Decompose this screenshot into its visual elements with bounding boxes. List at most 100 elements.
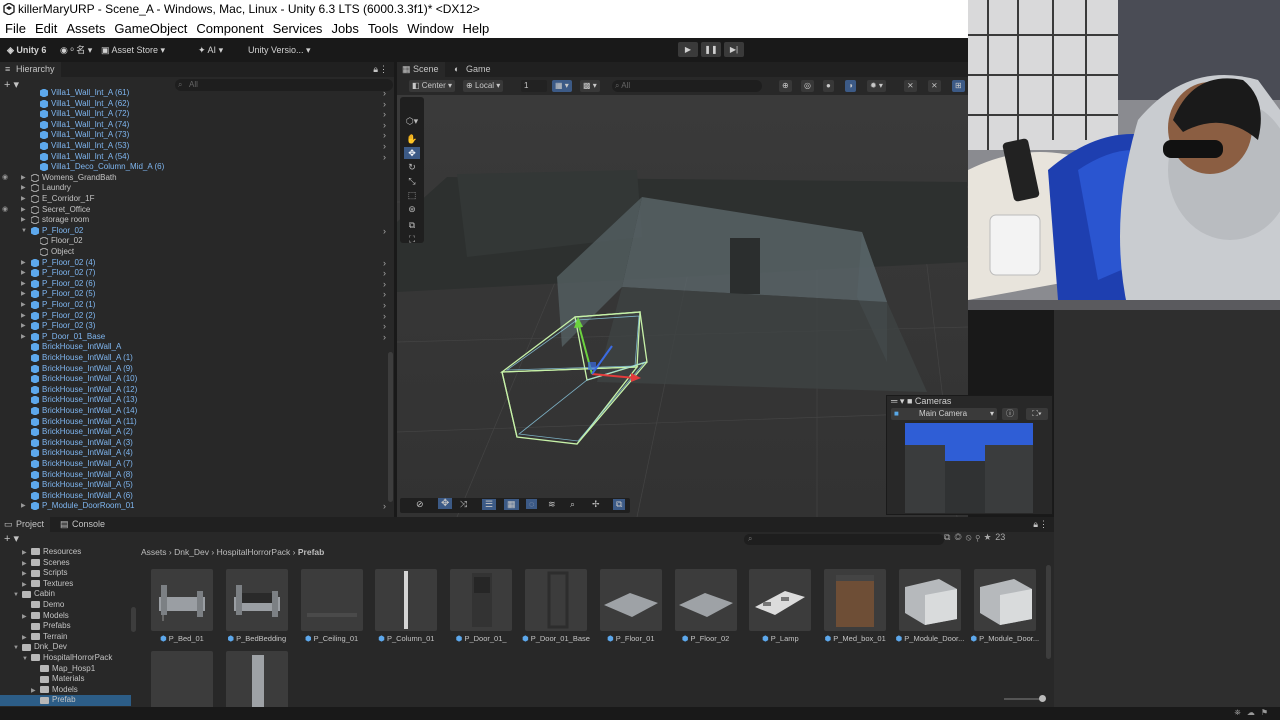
hierarchy-row[interactable]: ▶ P_Module_DoorRoom_01 ›: [0, 501, 388, 512]
filter-label-icon[interactable]: ◎: [954, 532, 965, 542]
open-prefab-chevron-icon[interactable]: ›: [383, 141, 386, 152]
shading-wire-button[interactable]: ◎: [801, 80, 814, 92]
camera-options-button[interactable]: ⛶▾: [1026, 408, 1048, 420]
grid-align-icon[interactable]: ▦: [504, 499, 519, 510]
hierarchy-row[interactable]: ▶ P_Floor_02 (6) ›: [0, 279, 388, 290]
camera-info-button[interactable]: ⓘ: [1002, 408, 1018, 420]
menu-item-services[interactable]: Services: [273, 21, 323, 36]
hierarchy-row[interactable]: Floor_02: [0, 236, 388, 247]
eye-off-icon[interactable]: ⦸: [966, 532, 976, 542]
expand-arrow-icon[interactable]: ▶: [21, 321, 26, 332]
asset-tile[interactable]: ⬢ P_Module_Door...: [894, 569, 966, 643]
create-asset-button[interactable]: + ▾: [4, 532, 19, 546]
move-snap-icon[interactable]: ✥: [438, 498, 453, 509]
slider-thumb[interactable]: [1039, 695, 1046, 702]
folder-tree-item[interactable]: ▶ Models: [0, 611, 131, 622]
hierarchy-row[interactable]: BrickHouse_IntWall_A (9): [0, 364, 388, 375]
pause-button[interactable]: ❚❚: [701, 42, 721, 57]
open-prefab-chevron-icon[interactable]: ›: [383, 268, 386, 279]
hierarchy-row[interactable]: Villa1_Wall_Int_A (72) ›: [0, 109, 388, 120]
hierarchy-row[interactable]: Villa1_Wall_Int_A (61) ›: [0, 88, 388, 99]
hand-tool-button[interactable]: ✋: [404, 133, 420, 145]
play-button[interactable]: ▶: [678, 42, 698, 57]
folder-tree-item[interactable]: ▶ Scenes: [0, 558, 131, 569]
move-tool-button[interactable]: ✥: [404, 147, 420, 159]
collapse-icon[interactable]: ▾: [900, 396, 905, 406]
open-prefab-chevron-icon[interactable]: ›: [383, 120, 386, 131]
asset-tile[interactable]: ⬢ P_Floor_01: [595, 569, 667, 643]
open-prefab-chevron-icon[interactable]: ›: [383, 152, 386, 163]
project-lock-icon[interactable]: 🔒︎: [1033, 517, 1038, 532]
project-search-input[interactable]: ⌕: [744, 534, 944, 545]
hierarchy-row[interactable]: BrickHouse_IntWall_A (13): [0, 395, 388, 406]
hierarchy-row[interactable]: BrickHouse_IntWall_A (11): [0, 417, 388, 428]
tab-project[interactable]: ▭ Project: [0, 517, 51, 532]
asset-tile[interactable]: ⬢ P_BedBedding: [221, 569, 293, 643]
hierarchy-row[interactable]: ▶ P_Floor_02 (4) ›: [0, 258, 388, 269]
hierarchy-row[interactable]: BrickHouse_IntWall_A (3): [0, 438, 388, 449]
folder-tree-item[interactable]: ▼ Cabin: [0, 589, 131, 600]
draw-mode-button[interactable]: ⊕: [779, 80, 792, 92]
notification-icon[interactable]: ⚑: [1261, 708, 1274, 717]
open-prefab-chevron-icon[interactable]: ›: [383, 258, 386, 269]
pivot-dropdown[interactable]: ◧ Center ▾: [409, 80, 456, 92]
snap-value-input[interactable]: 1: [521, 80, 547, 92]
expand-arrow-icon[interactable]: ▶: [21, 289, 26, 300]
custom-tool-button-2[interactable]: ⛶: [404, 233, 420, 245]
hierarchy-row[interactable]: Villa1_Wall_Int_A (73) ›: [0, 130, 388, 141]
align-icon[interactable]: ⤨: [460, 499, 467, 510]
scene-search-input[interactable]: ⌕ All: [612, 80, 762, 92]
cloud-icon[interactable]: ☁: [1247, 708, 1261, 717]
version-control-button[interactable]: Unity Versio... ▾: [244, 42, 315, 58]
tab-scene[interactable]: ▦ Scene: [397, 62, 445, 77]
asset-tile[interactable]: ⬢ P_Column_01: [370, 569, 442, 643]
open-prefab-chevron-icon[interactable]: ›: [383, 289, 386, 300]
ai-button[interactable]: ✦ AI ▾: [194, 42, 227, 58]
distribute-icon[interactable]: ☰: [482, 499, 497, 510]
hierarchy-row[interactable]: BrickHouse_IntWall_A (7): [0, 459, 388, 470]
expand-arrow-icon[interactable]: ▶: [21, 279, 26, 290]
open-prefab-chevron-icon[interactable]: ›: [383, 300, 386, 311]
scale-tool-button[interactable]: ⤡: [404, 175, 420, 187]
asset-tile[interactable]: ⬢ P_Bed_01: [146, 569, 218, 643]
lighting-dropdown[interactable]: ✹ ▾: [867, 80, 886, 92]
expand-arrow-icon[interactable]: ▶: [21, 501, 26, 512]
breadcrumb-item[interactable]: Prefab: [298, 547, 324, 557]
orbit-icon[interactable]: ⊘: [416, 499, 424, 510]
tab-game[interactable]: ◐ Game: [450, 62, 497, 77]
grid-snap-toggle[interactable]: ▦ ▾: [552, 80, 572, 92]
gizmos-button[interactable]: ⊞: [952, 80, 965, 92]
asset-tile[interactable]: ⬢ P_Med_box_01: [819, 569, 891, 643]
expand-arrow-icon[interactable]: ▶: [21, 311, 26, 322]
camera-select-dropdown[interactable]: ■ Main Camera ▾: [891, 408, 997, 420]
project-menu-icon[interactable]: ⋮: [1039, 517, 1048, 532]
zoom-icon[interactable]: ⌕: [570, 499, 575, 510]
asset-store-button[interactable]: ▣ Asset Store ▾: [97, 42, 169, 58]
hierarchy-row[interactable]: Villa1_Wall_Int_A (54) ›: [0, 152, 388, 163]
drag-handle-icon[interactable]: ═: [891, 396, 897, 406]
account-dropdown[interactable]: ◉ ᵒ 名 ▾: [56, 42, 96, 58]
open-prefab-chevron-icon[interactable]: ›: [383, 130, 386, 141]
folder-tree-item[interactable]: ▶ Textures: [0, 579, 131, 590]
hierarchy-row[interactable]: BrickHouse_IntWall_A (14): [0, 406, 388, 417]
hierarchy-row[interactable]: ▶ P_Floor_02 (7) ›: [0, 268, 388, 279]
expand-arrow-icon[interactable]: ▶: [21, 183, 26, 194]
asset-tile[interactable]: ⬢ P_Module_Door...: [969, 569, 1041, 643]
folder-tree-item[interactable]: ▶ Terrain: [0, 632, 131, 643]
open-prefab-chevron-icon[interactable]: ›: [383, 226, 386, 237]
hierarchy-row[interactable]: ▶ E_Corridor_1F: [0, 194, 388, 205]
folder-tree-item[interactable]: Materials: [0, 674, 131, 685]
hierarchy-row[interactable]: BrickHouse_IntWall_A (2): [0, 427, 388, 438]
hierarchy-row[interactable]: ▶ P_Floor_02 (2) ›: [0, 311, 388, 322]
open-prefab-chevron-icon[interactable]: ›: [383, 311, 386, 322]
collapse-arrow-icon[interactable]: ▼: [21, 226, 27, 237]
menu-item-tools[interactable]: Tools: [368, 21, 398, 36]
hierarchy-row[interactable]: ▶ storage room: [0, 215, 388, 226]
hierarchy-scrollbar[interactable]: [388, 352, 393, 502]
folder-tree-item[interactable]: Prefab: [0, 695, 131, 706]
expand-arrow-icon[interactable]: ▶: [21, 173, 26, 184]
pan-icon[interactable]: ✢: [592, 499, 600, 510]
hierarchy-row[interactable]: ▶ Laundry: [0, 183, 388, 194]
collab-icon[interactable]: ⛯: [1234, 708, 1246, 717]
hierarchy-row[interactable]: ▶ P_Floor_02 (3) ›: [0, 321, 388, 332]
